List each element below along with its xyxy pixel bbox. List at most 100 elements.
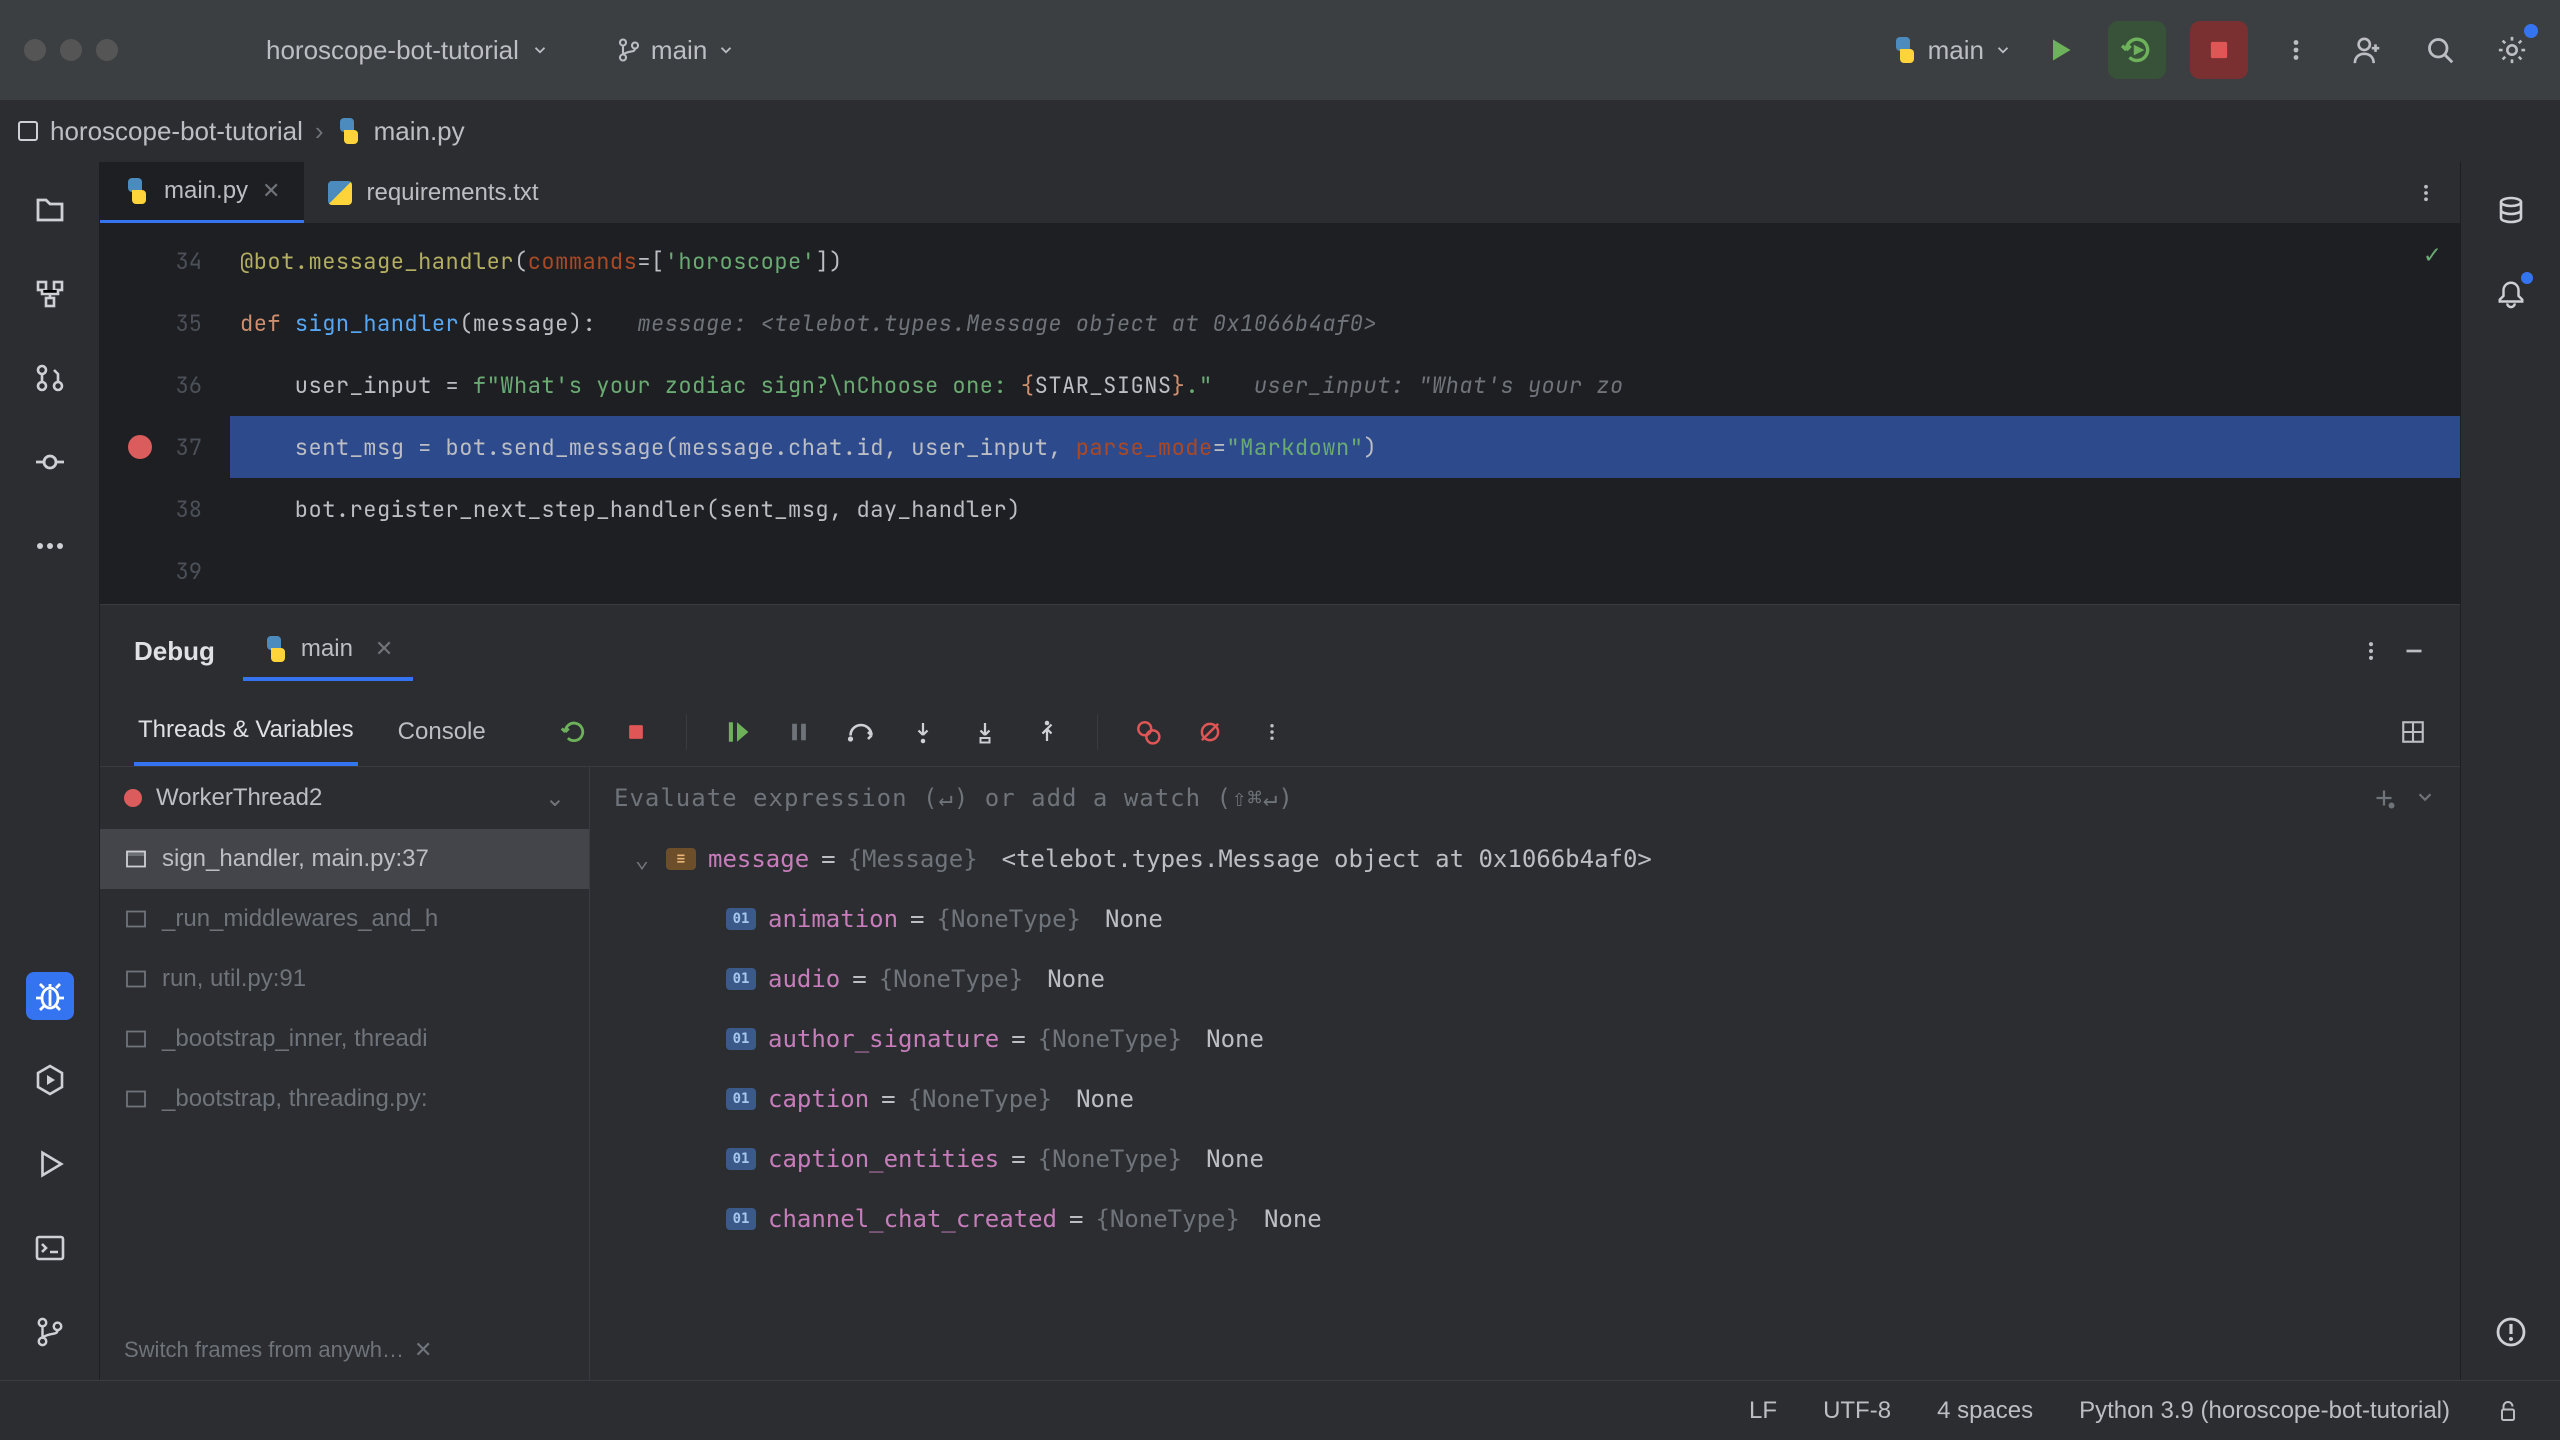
notification-dot [2521, 272, 2533, 284]
database-tool-button[interactable] [2487, 186, 2535, 234]
problems-tool-button[interactable] [2487, 1308, 2535, 1356]
run-config-name: main [1928, 35, 1984, 66]
more-tools-button[interactable] [26, 522, 74, 570]
tab-label: requirements.txt [366, 179, 538, 207]
ellipsis-icon [34, 530, 66, 562]
more-actions-button[interactable] [2272, 26, 2320, 74]
variable-row[interactable]: 01 caption = {NoneType} None [630, 1069, 2460, 1129]
stack-frame[interactable]: run, util.py:91 [100, 949, 589, 1009]
debug-tool-button[interactable] [26, 972, 74, 1020]
close-hint-icon[interactable]: ✕ [414, 1337, 432, 1363]
tab-requirements-txt[interactable]: requirements.txt [304, 162, 562, 223]
close-tab-icon[interactable]: ✕ [262, 178, 280, 204]
layout-settings-button[interactable] [2400, 719, 2426, 745]
minimize-panel-button[interactable] [2402, 639, 2426, 663]
tab-main-py[interactable]: main.py ✕ [100, 162, 304, 223]
project-tool-button[interactable] [26, 186, 74, 234]
window-controls[interactable] [24, 39, 118, 61]
step-into-my-code-button[interactable] [967, 714, 1003, 750]
stack-frame[interactable]: _bootstrap_inner, threadi [100, 1009, 589, 1069]
terminal-tool-button[interactable] [26, 1224, 74, 1272]
debug-title: Debug [134, 636, 215, 667]
code-editor[interactable]: ✓ 34 35 36 37 38 39 @bot.message_handler… [100, 224, 2460, 604]
rerun-button[interactable] [556, 714, 592, 750]
threads-variables-tab[interactable]: Threads & Variables [134, 697, 358, 766]
settings-button[interactable] [2488, 26, 2536, 74]
search-everywhere-button[interactable] [2416, 26, 2464, 74]
step-over-button[interactable] [843, 714, 879, 750]
project-dropdown[interactable]: horoscope-bot-tutorial [266, 35, 549, 66]
breakpoint-icon[interactable] [128, 435, 152, 459]
thread-selector[interactable]: WorkerThread2 ⌄ [100, 767, 589, 829]
tab-label: main.py [164, 177, 248, 205]
play-icon [2046, 36, 2074, 64]
kebab-icon [2416, 183, 2436, 203]
close-window-icon[interactable] [24, 39, 46, 61]
variable-row[interactable]: 01 caption_entities = {NoneType} None [630, 1129, 2460, 1189]
step-into-button[interactable] [905, 714, 941, 750]
variable-row[interactable]: 01 channel_chat_created = {NoneType} Non… [630, 1189, 2460, 1249]
gutter[interactable]: 34 35 36 37 38 39 [100, 224, 230, 604]
close-session-icon[interactable]: ✕ [375, 636, 393, 662]
variable-row[interactable]: ⌄ ≡ message = {Message} <telebot.types.M… [630, 829, 2460, 889]
step-out-button[interactable] [1029, 714, 1065, 750]
variable-row[interactable]: 01 audio = {NoneType} None [630, 949, 2460, 1009]
pull-requests-tool-button[interactable] [26, 354, 74, 402]
tab-actions-button[interactable] [2392, 183, 2460, 203]
minimize-window-icon[interactable] [60, 39, 82, 61]
debug-options-button[interactable] [2360, 640, 2382, 662]
stop-icon [2206, 37, 2232, 63]
indent-selector[interactable]: 4 spaces [1937, 1397, 2033, 1425]
breadcrumb-file[interactable]: main.py [374, 116, 465, 147]
evaluate-expression-input[interactable]: Evaluate expression (↵) or add a watch (… [590, 767, 2460, 829]
debug-button[interactable] [2108, 21, 2166, 79]
mute-breakpoints-button[interactable] [1192, 714, 1228, 750]
run-configuration-dropdown[interactable]: main [1892, 35, 2012, 66]
mute-breakpoints-icon [1197, 719, 1223, 745]
encoding-selector[interactable]: UTF-8 [1823, 1397, 1891, 1425]
view-breakpoints-button[interactable] [1130, 714, 1166, 750]
notifications-tool-button[interactable] [2487, 270, 2535, 318]
stack-frame[interactable]: _bootstrap, threading.py: [100, 1069, 589, 1129]
stack-frame[interactable]: sign_handler, main.py:37 [100, 829, 589, 889]
run-tool-button[interactable] [26, 1140, 74, 1188]
stop-debug-button[interactable] [618, 714, 654, 750]
resume-icon [724, 719, 750, 745]
interpreter-selector[interactable]: Python 3.9 (horoscope-bot-tutorial) [2079, 1397, 2450, 1425]
code-with-me-button[interactable] [2344, 26, 2392, 74]
add-watch-icon[interactable] [2372, 786, 2396, 810]
expand-icon[interactable] [2414, 786, 2436, 808]
lock-icon[interactable] [2496, 1399, 2520, 1423]
vcs-branch-dropdown[interactable]: main [617, 35, 735, 66]
statusbar: LF UTF-8 4 spaces Python 3.9 (horoscope-… [0, 1380, 2560, 1440]
maximize-window-icon[interactable] [96, 39, 118, 61]
debug-more-button[interactable] [1254, 714, 1290, 750]
commit-tool-button[interactable] [26, 438, 74, 486]
variable-row[interactable]: 01 author_signature = {NoneType} None [630, 1009, 2460, 1069]
vcs-tool-button[interactable] [26, 1308, 74, 1356]
services-tool-button[interactable] [26, 1056, 74, 1104]
pause-button[interactable] [781, 714, 817, 750]
frame-label: _bootstrap_inner, threadi [162, 1025, 428, 1053]
stack-frame[interactable]: _run_middlewares_and_h [100, 889, 589, 949]
stop-icon [625, 721, 647, 743]
resume-button[interactable] [719, 714, 755, 750]
debug-session-tab[interactable]: main ✕ [243, 621, 413, 681]
line-ending-selector[interactable]: LF [1749, 1397, 1777, 1425]
bug-icon [34, 980, 66, 1012]
collapse-icon[interactable]: ⌄ [630, 845, 654, 873]
step-into-icon [911, 720, 935, 744]
structure-tool-button[interactable] [26, 270, 74, 318]
variables-tree[interactable]: ⌄ ≡ message = {Message} <telebot.types.M… [590, 829, 2460, 1380]
right-tool-sidebar [2460, 162, 2560, 1380]
code-content[interactable]: @bot.message_handler(commands=['horoscop… [230, 224, 2460, 604]
run-button[interactable] [2036, 26, 2084, 74]
debug-panel: Debug main ✕ Threads & Variables Console [100, 604, 2460, 1380]
rerun-debug-icon [2120, 33, 2154, 67]
variable-row[interactable]: 01 animation = {NoneType} None [630, 889, 2460, 949]
breadcrumb-project[interactable]: horoscope-bot-tutorial [50, 116, 303, 147]
inspection-ok-icon[interactable]: ✓ [2424, 236, 2440, 271]
stop-button[interactable] [2190, 21, 2248, 79]
line-number: 35 [176, 309, 202, 338]
console-tab[interactable]: Console [394, 697, 490, 766]
